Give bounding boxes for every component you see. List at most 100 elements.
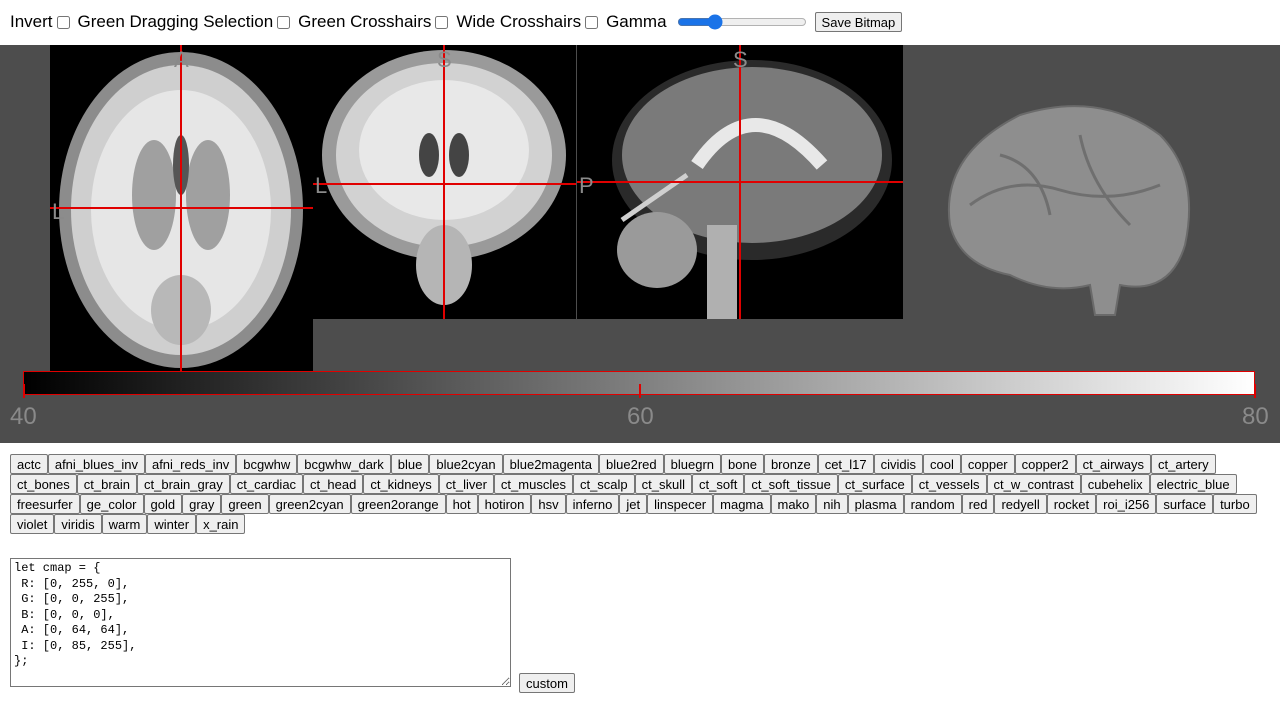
colormap-button-green2orange[interactable]: green2orange xyxy=(350,494,446,514)
colormap-button-ct-cardiac[interactable]: ct_cardiac xyxy=(229,474,304,494)
colorbar-min-label: 40 xyxy=(10,403,37,430)
colormap-button-afni-reds-inv[interactable]: afni_reds_inv xyxy=(144,454,237,474)
green-crosshairs-checkbox[interactable] xyxy=(435,15,449,29)
colormap-button-electric-blue[interactable]: electric_blue xyxy=(1149,474,1237,494)
colormap-button-copper2[interactable]: copper2 xyxy=(1014,454,1076,474)
colormap-button-ct-brain-gray[interactable]: ct_brain_gray xyxy=(137,474,230,494)
colorbar-tick-max xyxy=(1254,384,1256,398)
colormap-button-ct-artery[interactable]: ct_artery xyxy=(1151,454,1216,474)
colormap-button-surface[interactable]: surface xyxy=(1156,494,1214,514)
axial-left-orientation: L xyxy=(52,199,65,224)
colormap-button-x-rain[interactable]: x_rain xyxy=(196,514,246,534)
colormap-button-viridis[interactable]: viridis xyxy=(54,514,102,534)
green-dragging-selection-checkbox[interactable] xyxy=(277,15,291,29)
colormap-button-blue2magenta[interactable]: blue2magenta xyxy=(502,454,600,474)
custom-colormap-editor[interactable] xyxy=(10,558,511,687)
invert-label: Invert xyxy=(10,12,53,31)
colormap-button-jet[interactable]: jet xyxy=(619,494,648,514)
colormap-button-inferno[interactable]: inferno xyxy=(565,494,620,514)
colormap-button-bcgwhw-dark[interactable]: bcgwhw_dark xyxy=(297,454,391,474)
colormap-button-hotiron[interactable]: hotiron xyxy=(477,494,532,514)
colormap-button-gold[interactable]: gold xyxy=(143,494,183,514)
coronal-slice-view[interactable]: S L xyxy=(313,45,576,319)
colormap-button-turbo[interactable]: turbo xyxy=(1213,494,1257,514)
colormap-button-ct-skull[interactable]: ct_skull xyxy=(634,474,693,494)
colormap-button-list: actc afni_blues_inv afni_reds_inv bcgwhw bcg… xyxy=(10,454,1275,534)
colormap-button-freesurfer[interactable]: freesurfer xyxy=(10,494,80,514)
colormap-button-blue2cyan[interactable]: blue2cyan xyxy=(429,454,503,474)
gamma-label: Gamma xyxy=(606,12,667,31)
axial-crosshair-horizontal xyxy=(50,207,313,209)
coronal-top-orientation: S xyxy=(437,47,452,72)
sagittal-slice-view[interactable]: S P xyxy=(577,45,903,319)
colorbar-tick-mid xyxy=(639,384,641,398)
colormap-button-warm[interactable]: warm xyxy=(101,514,148,534)
colormap-button-gray[interactable]: gray xyxy=(182,494,222,514)
colormap-button-ge-color[interactable]: ge_color xyxy=(79,494,144,514)
colormap-button-ct-soft[interactable]: ct_soft xyxy=(692,474,745,494)
colormap-button-actc[interactable]: actc xyxy=(10,454,48,474)
colormap-button-ct-brain[interactable]: ct_brain xyxy=(76,474,138,494)
colormap-button-redyell[interactable]: redyell xyxy=(994,494,1047,514)
colormap-button-rocket[interactable]: rocket xyxy=(1046,494,1097,514)
colormap-button-blue[interactable]: blue xyxy=(390,454,430,474)
colormap-button-ct-muscles[interactable]: ct_muscles xyxy=(493,474,573,494)
invert-checkbox[interactable] xyxy=(56,15,70,29)
colormap-button-ct-soft-tissue[interactable]: ct_soft_tissue xyxy=(744,474,838,494)
colorbar-tick-min xyxy=(23,384,25,398)
colormap-button-bcgwhw[interactable]: bcgwhw xyxy=(236,454,298,474)
colormap-button-ct-vessels[interactable]: ct_vessels xyxy=(911,474,987,494)
wide-crosshairs-label: Wide Crosshairs xyxy=(456,12,582,31)
colormap-button-ct-head[interactable]: ct_head xyxy=(303,474,364,494)
colormap-button-violet[interactable]: violet xyxy=(10,514,55,534)
colormap-button-copper[interactable]: copper xyxy=(960,454,1015,474)
green-crosshairs-label: Green Crosshairs xyxy=(298,12,432,31)
sagittal-top-orientation: S xyxy=(733,47,748,72)
axial-slice-view[interactable]: A L xyxy=(50,45,313,371)
colormap-button-ct-bones[interactable]: ct_bones xyxy=(10,474,77,494)
volume-viewer-canvas[interactable]: A L S L S P 40 60 80 xyxy=(0,45,1280,443)
wide-crosshairs-checkbox[interactable] xyxy=(585,15,599,29)
coronal-left-orientation: L xyxy=(315,173,328,198)
colormap-button-green[interactable]: green xyxy=(221,494,269,514)
custom-colormap-button[interactable]: custom xyxy=(519,673,575,693)
colormap-button-bone[interactable]: bone xyxy=(721,454,764,474)
colormap-button-ct-scalp[interactable]: ct_scalp xyxy=(572,474,635,494)
coronal-crosshair-vertical xyxy=(443,45,445,319)
colormap-button-bronze[interactable]: bronze xyxy=(763,454,818,474)
toolbar: Invert Green Dragging Selection Green Cr… xyxy=(10,8,903,36)
green-dragging-selection-label: Green Dragging Selection xyxy=(77,12,274,31)
colormap-button-roi-i256[interactable]: roi_i256 xyxy=(1096,494,1157,514)
colormap-button-ct-surface[interactable]: ct_surface xyxy=(837,474,912,494)
colormap-button-magma[interactable]: magma xyxy=(713,494,771,514)
colormap-button-linspecer[interactable]: linspecer xyxy=(647,494,714,514)
colormap-button-bluegrn[interactable]: bluegrn xyxy=(663,454,722,474)
save-bitmap-button[interactable]: Save Bitmap xyxy=(814,12,903,32)
colormap-button-ct-airways[interactable]: ct_airways xyxy=(1075,454,1152,474)
colormap-button-ct-w-contrast[interactable]: ct_w_contrast xyxy=(986,474,1081,494)
coronal-crosshair-horizontal xyxy=(313,183,576,185)
colormap-button-nih[interactable]: nih xyxy=(816,494,848,514)
colormap-button-green2cyan[interactable]: green2cyan xyxy=(268,494,351,514)
colormap-button-hot[interactable]: hot xyxy=(445,494,478,514)
colormap-button-random[interactable]: random xyxy=(903,494,962,514)
brain-3d-render[interactable] xyxy=(930,95,1200,320)
colormap-button-ct-liver[interactable]: ct_liver xyxy=(438,474,494,494)
colormap-button-cubehelix[interactable]: cubehelix xyxy=(1080,474,1150,494)
axial-top-orientation: A xyxy=(174,47,189,72)
colormap-button-ct-kidneys[interactable]: ct_kidneys xyxy=(363,474,439,494)
colormap-button-cool[interactable]: cool xyxy=(923,454,961,474)
colormap-button-afni-blues-inv[interactable]: afni_blues_inv xyxy=(47,454,145,474)
colormap-button-winter[interactable]: winter xyxy=(147,514,197,534)
colorbar-mid-label: 60 xyxy=(627,403,654,430)
sagittal-crosshair-horizontal xyxy=(577,181,903,183)
colorbar-max-label: 80 xyxy=(1242,403,1269,430)
colormap-button-cet-l17[interactable]: cet_l17 xyxy=(817,454,874,474)
colormap-button-red[interactable]: red xyxy=(961,494,995,514)
colormap-button-hsv[interactable]: hsv xyxy=(531,494,566,514)
colormap-button-blue2red[interactable]: blue2red xyxy=(599,454,664,474)
colormap-button-plasma[interactable]: plasma xyxy=(847,494,904,514)
colormap-button-mako[interactable]: mako xyxy=(770,494,817,514)
gamma-slider[interactable] xyxy=(676,14,807,30)
colormap-button-cividis[interactable]: cividis xyxy=(873,454,924,474)
